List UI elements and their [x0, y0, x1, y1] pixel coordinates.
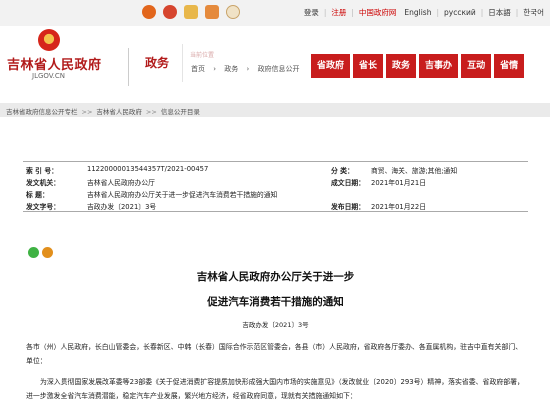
email-icon[interactable] [205, 5, 219, 19]
document-title-line1: 吉林省人民政府办公厅关于进一步 [196, 271, 355, 283]
crumb-home[interactable]: 首页 [191, 65, 205, 73]
wechat-icon[interactable] [142, 5, 156, 19]
japanese-link[interactable]: 日本語 [488, 7, 511, 18]
divider: | [480, 8, 484, 17]
breadcrumb-government[interactable]: 吉林省人民政府 [96, 108, 142, 116]
breadcrumb: 吉林省政府信息公开专栏 >> 吉林省人民政府 >> 信息公开目录 [6, 106, 200, 116]
location-watermark: 当前位置 [190, 52, 215, 59]
crumb-affairs[interactable]: 政务 [224, 65, 238, 73]
nav-governor[interactable]: 省长 [353, 54, 384, 78]
crumb-arrow: › [213, 65, 217, 73]
site-domain: JLGOV.CN [32, 72, 66, 80]
divider: | [323, 8, 327, 17]
publish-value: 2021年01月22日 [371, 203, 426, 211]
meta-row: 标 题： 吉林省人民政府办公厅关于进一步促进汽车消费若干措施的通知 [23, 189, 528, 200]
main-nav: 省政府 省长 政务 吉事办 互动 省情 [311, 54, 527, 78]
crumb-arrow: › [246, 65, 250, 73]
weibo-icon[interactable] [163, 5, 177, 19]
breadcrumb-catalog[interactable]: 信息公开目录 [161, 108, 200, 116]
agency-label: 发文机关： [26, 179, 60, 187]
share-icons [28, 247, 53, 258]
salutation: 各市（州）人民政府，长白山管委会，长春新区、中韩（长春）国际合作示范区管委会，各… [26, 343, 523, 365]
nav-affairs[interactable]: 政务 [386, 54, 417, 78]
mascot-icon[interactable] [226, 5, 240, 19]
site-header: 吉林省人民政府 JLGOV.CN 政务 当前位置 首页 › 政务 › 政府信息公… [0, 26, 550, 100]
nav-interaction[interactable]: 互动 [461, 54, 492, 78]
top-utility-bar: 登录 | 注册 | 中国政府网 English | русский | 日本語 … [0, 0, 550, 26]
divider: | [436, 8, 439, 17]
meta-row: 发文机关： 吉林省人民政府办公厅 成文日期： 2021年01月21日 [23, 177, 528, 188]
date-label: 成文日期： [331, 179, 365, 187]
document-number: 吉政办发〔2021〕3号 [242, 321, 309, 329]
site-title[interactable]: 吉林省人民政府 [7, 54, 102, 73]
document-title-line2: 促进汽车消费若干措施的通知 [207, 296, 344, 308]
body-paragraph: 为深入贯彻国家发展改革委等23部委《关于促进消费扩容提质加快形成强大国内市场的实… [26, 378, 524, 400]
meta-row: 索 引 号： 11220000013544357T/2021-00457 分 类… [23, 165, 528, 176]
breadcrumb-arrow: >> [145, 108, 157, 116]
register-link[interactable]: 注册 [331, 7, 346, 18]
breadcrumb-arrow: >> [81, 108, 93, 116]
national-emblem-icon[interactable] [38, 29, 60, 51]
header-divider [128, 48, 129, 86]
title-value: 吉林省人民政府办公厅关于进一步促进汽车消费若干措施的通知 [87, 191, 278, 199]
document: 吉林省人民政府办公厅关于进一步 促进汽车消费若干措施的通知 吉政办发〔2021〕… [23, 232, 528, 405]
title-label: 标 题： [26, 191, 49, 199]
nav-services[interactable]: 吉事办 [419, 54, 459, 78]
nav-province-info[interactable]: 省情 [494, 54, 525, 78]
social-icons [142, 5, 240, 21]
english-link[interactable]: English [404, 8, 431, 17]
docno-label: 发文字号： [26, 203, 60, 211]
divider: | [515, 8, 519, 17]
crumb-disclosure[interactable]: 政府信息公开 [258, 65, 300, 73]
header-breadcrumb: 首页 › 政务 › 政府信息公开 [191, 64, 306, 74]
nav-provincial-gov[interactable]: 省政府 [311, 54, 351, 78]
index-value: 11220000013544357T/2021-00457 [87, 165, 209, 173]
publish-label: 发布日期： [331, 203, 365, 211]
weibo-share-icon[interactable] [42, 247, 53, 258]
wechat-share-icon[interactable] [28, 247, 39, 258]
category-value: 商贸、海关、旅游;其他;通知 [371, 167, 458, 175]
section-title: 政务 [145, 56, 170, 70]
meta-table: 索 引 号： 11220000013544357T/2021-00457 分 类… [23, 162, 528, 212]
china-gov-link[interactable]: 中国政府网 [359, 7, 397, 18]
meta-row: 发文字号： 吉政办发〔2021〕3号 发布日期： 2021年01月22日 [23, 201, 528, 212]
index-label: 索 引 号： [26, 167, 58, 175]
russian-link[interactable]: русский [444, 8, 476, 17]
login-link[interactable]: 登录 [304, 7, 319, 18]
top-links: 登录 | 注册 | 中国政府网 English | русский | 日本語 … [304, 7, 544, 18]
breadcrumb-disclosure-column[interactable]: 吉林省政府信息公开专栏 [6, 108, 78, 116]
category-label: 分 类： [331, 167, 354, 175]
divider: | [351, 8, 354, 17]
app-icon[interactable] [184, 5, 198, 19]
agency-value: 吉林省人民政府办公厅 [87, 179, 155, 187]
docno-value: 吉政办发〔2021〕3号 [87, 203, 157, 211]
date-value: 2021年01月21日 [371, 179, 426, 187]
korean-link[interactable]: 한국어 [523, 7, 544, 18]
